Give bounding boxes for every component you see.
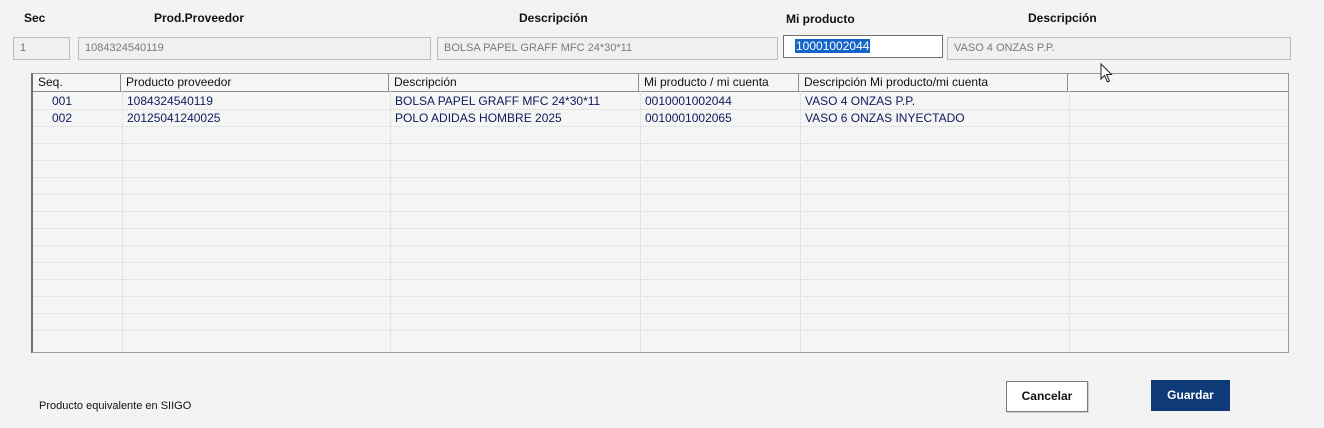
cell-producto-proveedor: 20125041240025 bbox=[127, 111, 221, 125]
column-header-descripcion-mi-producto[interactable]: Descripción Mi producto/mi cuenta bbox=[799, 74, 1068, 91]
cell-seq: 002 bbox=[52, 111, 73, 125]
cell-seq: 001 bbox=[52, 94, 73, 108]
grid-line bbox=[33, 211, 1288, 212]
column-header-descripcion[interactable]: Descripción bbox=[389, 74, 639, 91]
grid-line bbox=[33, 279, 1288, 280]
grid-line bbox=[33, 313, 1288, 314]
cell-mi-producto: 0010001002065 bbox=[645, 111, 732, 125]
label-sec: Sec bbox=[24, 11, 46, 25]
cell-descripcion: POLO ADIDAS HOMBRE 2025 bbox=[395, 111, 562, 125]
cancel-button[interactable]: Cancelar bbox=[1006, 381, 1088, 412]
descripcion-mi-producto-field[interactable]: VASO 4 ONZAS P.P. bbox=[947, 37, 1291, 60]
column-header-seq[interactable]: Seq. bbox=[33, 74, 121, 91]
cell-producto-proveedor: 1084324540119 bbox=[127, 94, 213, 108]
grid-line bbox=[33, 177, 1288, 178]
grid-line bbox=[33, 262, 1288, 263]
grid-line bbox=[33, 245, 1288, 246]
grid-line bbox=[33, 160, 1288, 161]
grid-line bbox=[33, 143, 1288, 144]
save-button[interactable]: Guardar bbox=[1151, 380, 1230, 411]
descripcion-field[interactable]: BOLSA PAPEL GRAFF MFC 24*30*11 bbox=[437, 37, 778, 60]
label-descripcion: Descripción bbox=[519, 11, 588, 25]
label-descripcion-mi-producto: Descripción bbox=[1028, 11, 1097, 25]
grid-line bbox=[33, 330, 1288, 331]
grid-line bbox=[33, 296, 1288, 297]
grid-line bbox=[33, 228, 1288, 229]
cell-mi-producto: 0010001002044 bbox=[645, 94, 732, 108]
label-prod-proveedor: Prod.Proveedor bbox=[154, 11, 245, 25]
mouse-pointer-icon bbox=[1100, 62, 1114, 86]
equivalence-grid[interactable]: Seq. Producto proveedor Descripción Mi p… bbox=[31, 73, 1289, 353]
prod-proveedor-field[interactable]: 1084324540119 bbox=[78, 37, 431, 60]
grid-line bbox=[33, 194, 1288, 195]
cell-descripcion-mi-producto: VASO 6 ONZAS INYECTADO bbox=[805, 111, 965, 125]
sec-field[interactable]: 1 bbox=[13, 37, 70, 60]
table-row[interactable]: 001 1084324540119 BOLSA PAPEL GRAFF MFC … bbox=[33, 93, 1288, 110]
footer-label: Producto equivalente en SIIGO bbox=[39, 400, 192, 412]
table-row[interactable]: 002 20125041240025 POLO ADIDAS HOMBRE 20… bbox=[33, 110, 1288, 127]
cell-descripcion: BOLSA PAPEL GRAFF MFC 24*30*11 bbox=[395, 94, 601, 108]
mi-producto-input[interactable]: 10001002044 bbox=[783, 35, 943, 58]
column-header-mi-producto[interactable]: Mi producto / mi cuenta bbox=[639, 74, 799, 91]
mi-producto-selected-text: 10001002044 bbox=[795, 39, 871, 53]
column-header-producto-proveedor[interactable]: Producto proveedor bbox=[121, 74, 389, 91]
label-mi-producto: Mi producto bbox=[786, 12, 855, 26]
cell-descripcion-mi-producto: VASO 4 ONZAS P.P. bbox=[805, 94, 916, 108]
